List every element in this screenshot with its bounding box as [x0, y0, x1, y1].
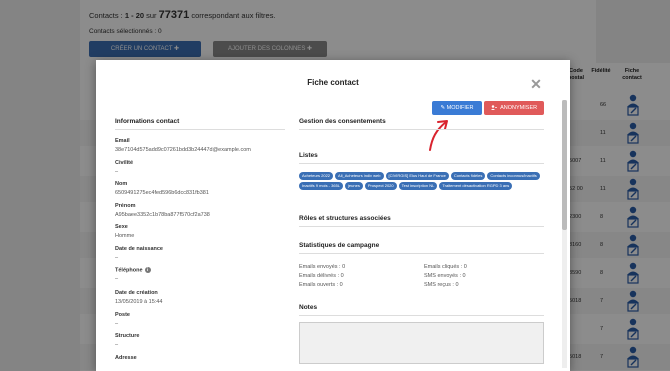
lists-title: Listes: [299, 152, 318, 159]
field-label: Adresse: [115, 355, 137, 361]
info-section-title: Informations contact: [115, 118, 180, 125]
contact-modal: Fiche contact ✕ ✎ MODIFIER ANONYMISER In…: [96, 60, 570, 371]
consent-title: Gestion des consentements: [299, 118, 386, 125]
notes-title: Notes: [299, 304, 318, 311]
scroll-thumb[interactable]: [562, 100, 567, 230]
list-tag: Contacts inconnus/inactifs: [487, 172, 540, 180]
stat-emails-sent: Emails envoyés : 0: [299, 264, 346, 270]
field-label-text: Date de naissance: [115, 245, 163, 252]
list-tag: Test inscription NL: [398, 182, 438, 190]
notes-textarea[interactable]: [299, 322, 544, 364]
modal-scrollbar[interactable]: [562, 100, 567, 368]
close-icon[interactable]: ✕: [530, 77, 542, 91]
list-tag: jeunes: [345, 182, 363, 190]
info-divider: [115, 129, 285, 130]
campaign-divider: [299, 253, 544, 254]
field-label: Civilité: [115, 160, 133, 166]
field-label-text: Sexe: [115, 224, 128, 230]
user-minus-icon: [490, 105, 500, 111]
field-value: –: [115, 320, 119, 327]
list-tags: Acheteurs 2022 All_Acheteurs indiv web [CI…: [299, 172, 549, 190]
field-label: Prénom: [115, 203, 135, 209]
field-value: –: [115, 254, 119, 261]
stat-emails-opened: Emails ouverts : 0: [299, 282, 343, 288]
notes-divider: [299, 315, 544, 316]
field-value: –: [115, 276, 119, 282]
stat-sms-received: SMS reçus : 0: [424, 282, 459, 288]
field-label: Structure: [115, 333, 139, 339]
stat-sms-sent: SMS envoyés : 0: [424, 273, 466, 279]
field-value: –: [115, 342, 119, 348]
field-label-text: Prénom: [115, 202, 136, 209]
list-tag: Traitement désactivation RGPD 3 ans: [439, 182, 513, 190]
info-icon[interactable]: i: [144, 267, 151, 273]
field-value: 13/05/2019 à 15:44: [115, 299, 163, 305]
roles-divider: [299, 226, 544, 227]
field-label-text: Email: [115, 138, 130, 144]
field-label: Date de naissance: [115, 246, 163, 252]
field-label: Date de création: [115, 290, 158, 296]
field-label-text: Adresse: [115, 354, 137, 361]
field-label: Email: [115, 138, 130, 144]
field-value: Homme: [115, 233, 135, 239]
list-tag: Prospect 2020: [364, 182, 397, 190]
list-tag: Acheteurs 2022: [299, 172, 334, 180]
list-tag: [CIVIRGIS] Elus Haut de France: [385, 172, 449, 180]
modal-title: Fiche contact: [307, 78, 359, 87]
stat-emails-clicked: Emails cliqués : 0: [424, 264, 467, 270]
field-label-text: Structure: [115, 333, 140, 339]
annotation-arrow-icon: [429, 120, 448, 151]
anonymize-button[interactable]: ANONYMISER: [484, 101, 544, 115]
lists-divider: [299, 163, 544, 164]
list-tag: Contacts fidèles: [450, 172, 486, 180]
stat-emails-delivered: Emails délivrés : 0: [299, 273, 344, 279]
campaign-title: Statistiques de campagne: [299, 242, 380, 249]
field-label: Nom: [115, 181, 127, 187]
field-value: 6509491275ec4fed596b6dcc831fb381: [115, 190, 209, 196]
consent-divider: [299, 129, 544, 130]
list-tag: Inactifs 9 mois - 365L: [299, 182, 344, 190]
list-tag: All_Acheteurs indiv web: [335, 172, 384, 180]
field-label-text: Date de création: [115, 290, 158, 296]
field-label: Poste: [115, 312, 130, 318]
roles-title: Rôles et structures associées: [299, 215, 391, 222]
field-value: –: [115, 168, 119, 175]
anonymize-label: ANONYMISER: [500, 105, 538, 111]
field-label-text: Téléphone: [115, 267, 143, 274]
field-label: Téléphone i: [115, 267, 151, 273]
field-value: A95baee3352c1b78ba877f570cf2a738: [115, 211, 210, 218]
field-label: Sexe: [115, 224, 128, 230]
modify-button[interactable]: ✎ MODIFIER: [432, 101, 482, 115]
field-label-text: Poste: [115, 311, 130, 318]
field-label-text: Nom: [115, 181, 128, 187]
field-value: 38e7104d575add9c07261bdd3b24447d@example…: [115, 147, 251, 153]
field-label-text: Civilité: [115, 159, 134, 166]
